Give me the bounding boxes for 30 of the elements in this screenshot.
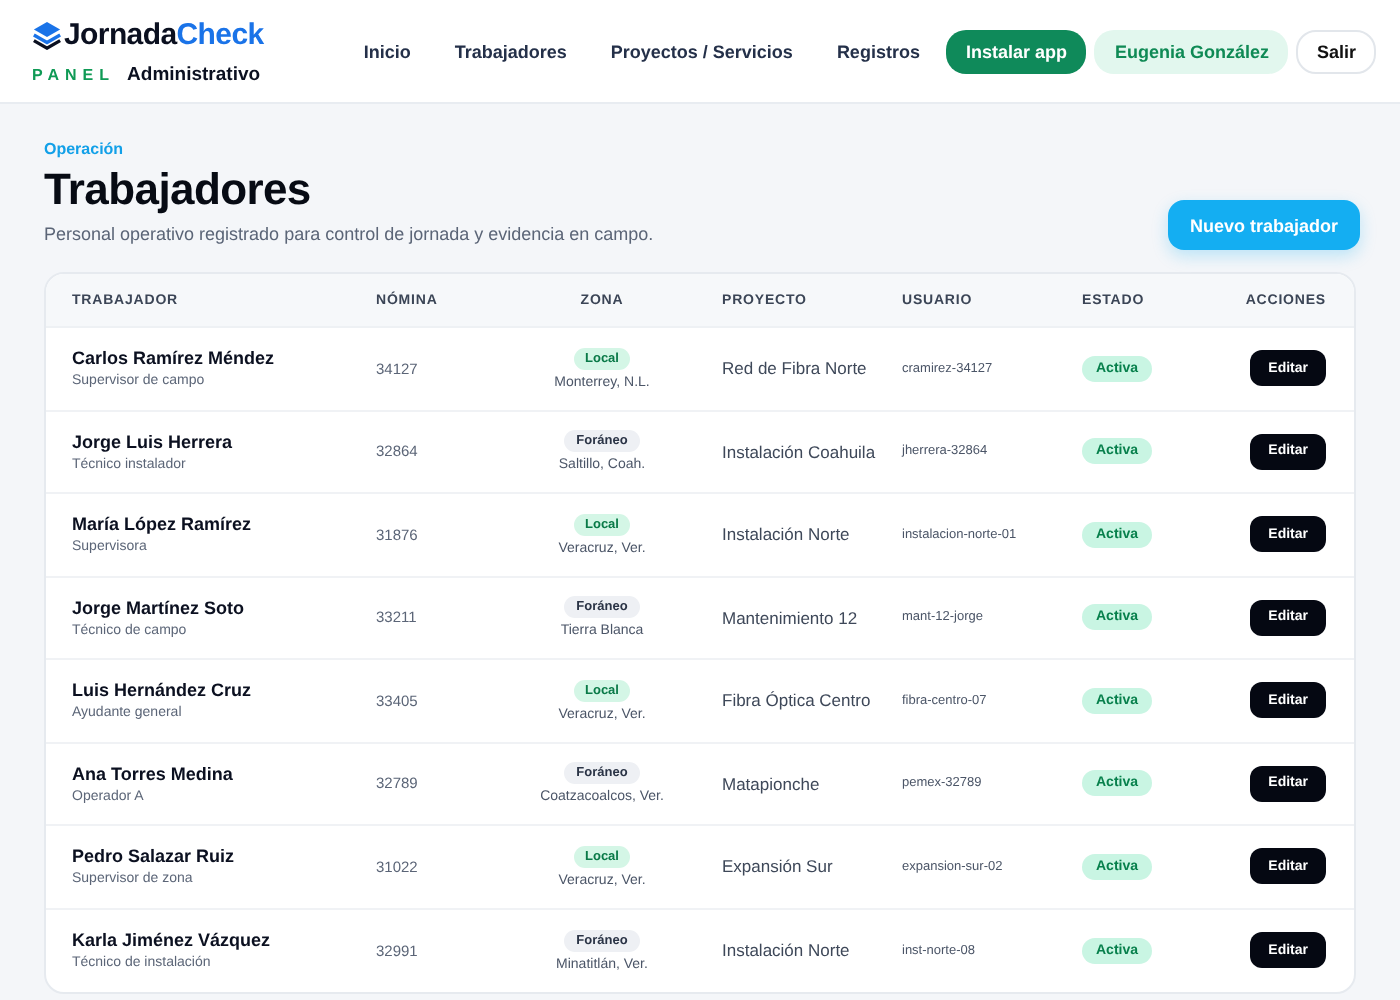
- layers-icon: [32, 19, 62, 49]
- project-cell-text: Instalación Norte: [720, 940, 850, 961]
- nav-link[interactable]: Proyectos / Servicios: [592, 27, 811, 75]
- nav-link[interactable]: Inicio: [345, 27, 429, 75]
- panel-label: PANEL: [32, 65, 116, 83]
- project-cell-text: Expansión Sur: [720, 856, 833, 877]
- worker-name: Jorge Luis Herrera: [72, 431, 235, 452]
- brand-logo[interactable]: JornadaCheck: [64, 17, 264, 51]
- worker-name: Ana Torres Medina: [72, 763, 235, 784]
- project-cell-text: Matapionche: [720, 773, 820, 794]
- worker-name: Karla Jiménez Vázquez: [72, 930, 273, 951]
- section-eyebrow: Operación: [44, 140, 126, 158]
- project-cell-text: Mantenimiento 12: [720, 607, 858, 628]
- worker-name: Carlos Ramírez Méndez: [72, 348, 277, 369]
- user-button[interactable]: Eugenia González: [1094, 29, 1289, 73]
- worker-name: María López Ramírez: [72, 514, 254, 535]
- nav-link[interactable]: Registros: [818, 27, 938, 75]
- page-title: Trabajadores: [44, 164, 313, 216]
- panel-subtitle: Administrativo: [127, 63, 261, 85]
- project-cell-text: Fibra Óptica Centro: [720, 690, 871, 711]
- project-cell-text: Instalación Norte: [720, 524, 850, 545]
- logout-button[interactable]: Salir: [1296, 29, 1376, 73]
- worker-name: Luis Hernández Cruz: [72, 680, 254, 701]
- page-description: Personal operativo registrado para control de jornada y evidencia en campo.: [44, 224, 654, 244]
- worker-name: Jorge Martínez Soto: [72, 597, 247, 618]
- nav-link[interactable]: Trabajadores: [436, 27, 585, 75]
- project-cell-text: Red de Fibra Norte: [720, 358, 867, 379]
- install-button[interactable]: Instalar app: [945, 29, 1087, 73]
- project-cell-text: Instalación Coahuila: [720, 441, 876, 462]
- worker-name: Pedro Salazar Ruiz: [72, 846, 237, 867]
